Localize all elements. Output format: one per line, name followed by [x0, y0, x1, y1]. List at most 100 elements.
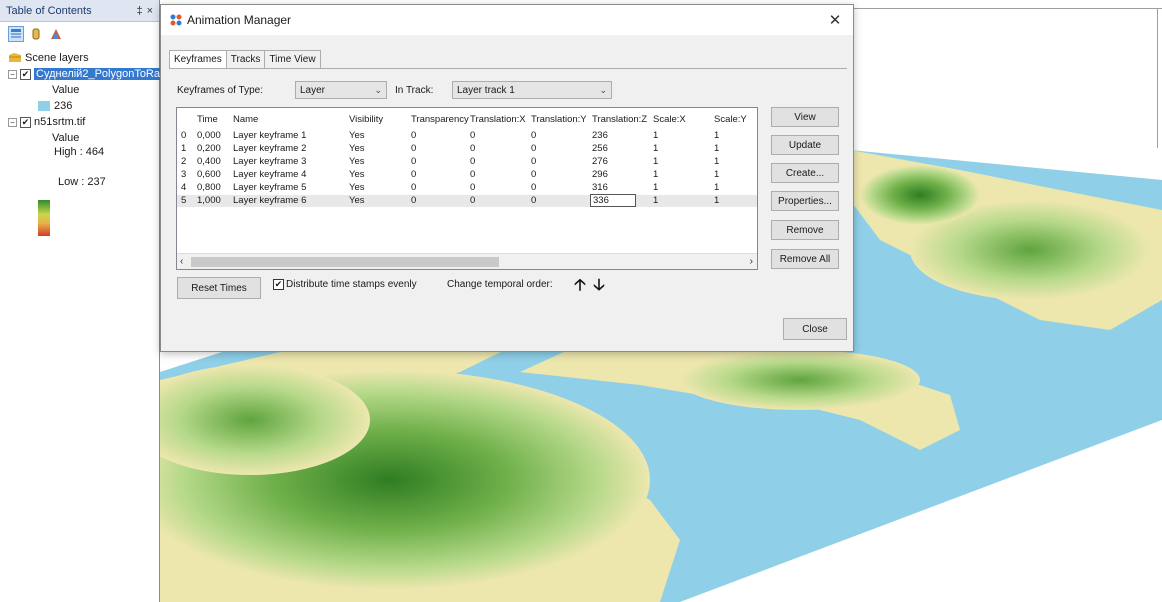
- layer-visibility-checkbox[interactable]: ✔: [20, 116, 31, 128]
- cell-name[interactable]: Layer keyframe 6: [233, 195, 306, 206]
- layer-srtm[interactable]: − ✔ n51srtm.tif: [8, 116, 85, 128]
- cell-translation-y[interactable]: 0: [531, 182, 536, 193]
- cell-translation-z[interactable]: 256: [592, 143, 608, 154]
- cell-translation-x[interactable]: 0: [470, 195, 475, 206]
- table-row[interactable]: 1 0,200 Layer keyframe 2 Yes 0 0 0 256 1…: [177, 143, 757, 155]
- cell-scale-y[interactable]: 1: [714, 195, 719, 206]
- cell-time[interactable]: 0,800: [197, 182, 221, 193]
- layer-name[interactable]: n51srtm.tif: [34, 116, 85, 128]
- cell-visibility[interactable]: Yes: [349, 182, 365, 193]
- table-row[interactable]: 3 0,600 Layer keyframe 4 Yes 0 0 0 296 1…: [177, 169, 757, 181]
- list-by-source-icon[interactable]: [28, 26, 44, 42]
- column-header[interactable]: Scale:Y: [714, 114, 747, 125]
- layer-visibility-checkbox[interactable]: ✔: [20, 68, 31, 80]
- cell-visibility[interactable]: Yes: [349, 143, 365, 154]
- column-header[interactable]: Name: [233, 114, 258, 125]
- close-icon[interactable]: ×: [147, 5, 153, 17]
- cell-translation-z[interactable]: 276: [592, 156, 608, 167]
- column-header[interactable]: Scale:X: [653, 114, 686, 125]
- collapse-icon[interactable]: −: [8, 117, 17, 127]
- cell-scale-y[interactable]: 1: [714, 169, 719, 180]
- column-header[interactable]: Visibility: [349, 114, 383, 125]
- reset-times-button[interactable]: Reset Times: [177, 277, 261, 299]
- scroll-right-icon[interactable]: ›: [750, 256, 753, 267]
- cell-translation-x[interactable]: 0: [470, 130, 475, 141]
- tab-tracks[interactable]: Tracks: [225, 50, 266, 68]
- scrollbar-thumb[interactable]: [191, 257, 499, 267]
- layer-polygon-to-raster[interactable]: − ✔ Суднелій2_PolygonToRaster: [8, 68, 181, 80]
- move-down-icon[interactable]: 🡣: [591, 277, 607, 296]
- cell-visibility[interactable]: Yes: [349, 195, 365, 206]
- cell-time[interactable]: 1,000: [197, 195, 221, 206]
- move-up-icon[interactable]: 🡡: [572, 277, 588, 296]
- cell-scale-x[interactable]: 1: [653, 156, 658, 167]
- list-by-visibility-icon[interactable]: [48, 26, 64, 42]
- close-button[interactable]: Close: [783, 318, 847, 340]
- table-row[interactable]: 2 0,400 Layer keyframe 3 Yes 0 0 0 276 1…: [177, 156, 757, 168]
- scene-layers-node[interactable]: Scene layers: [8, 52, 89, 64]
- keyframe-type-select[interactable]: Layer ⌄: [295, 81, 387, 99]
- track-select[interactable]: Layer track 1 ⌄: [452, 81, 612, 99]
- column-header[interactable]: Translation:X: [470, 114, 526, 125]
- remove-all-button[interactable]: Remove All: [771, 249, 839, 269]
- close-icon[interactable]: ✕: [825, 11, 845, 29]
- cell-translation-x[interactable]: 0: [470, 169, 475, 180]
- tab-keyframes[interactable]: Keyframes: [169, 50, 227, 68]
- cell-scale-y[interactable]: 1: [714, 143, 719, 154]
- keyframes-table[interactable]: Time Name Visibility Transparency Transl…: [176, 107, 758, 270]
- cell-time[interactable]: 0,200: [197, 143, 221, 154]
- cell-time[interactable]: 0,400: [197, 156, 221, 167]
- cell-name[interactable]: Layer keyframe 4: [233, 169, 306, 180]
- cell-name[interactable]: Layer keyframe 2: [233, 143, 306, 154]
- remove-button[interactable]: Remove: [771, 220, 839, 240]
- cell-scale-x[interactable]: 1: [653, 169, 658, 180]
- cell-name[interactable]: Layer keyframe 3: [233, 156, 306, 167]
- cell-translation-z[interactable]: 316: [592, 182, 608, 193]
- cell-time[interactable]: 0,000: [197, 130, 221, 141]
- pin-icon[interactable]: ‡: [136, 5, 142, 17]
- cell-scale-x[interactable]: 1: [653, 182, 658, 193]
- cell-translation-x[interactable]: 0: [470, 143, 475, 154]
- cell-translation-y[interactable]: 0: [531, 143, 536, 154]
- table-row[interactable]: 4 0,800 Layer keyframe 5 Yes 0 0 0 316 1…: [177, 182, 757, 194]
- cell-transparency[interactable]: 0: [411, 143, 416, 154]
- distribute-evenly-checkbox[interactable]: ✔: [273, 279, 284, 290]
- column-header[interactable]: Translation:Z: [592, 114, 647, 125]
- cell-translation-x[interactable]: 0: [470, 156, 475, 167]
- column-header[interactable]: Time: [197, 114, 218, 125]
- cell-scale-y[interactable]: 1: [714, 156, 719, 167]
- cell-transparency[interactable]: 0: [411, 195, 416, 206]
- cell-translation-z[interactable]: 296: [592, 169, 608, 180]
- tab-time-view[interactable]: Time View: [264, 50, 321, 68]
- cell-visibility[interactable]: Yes: [349, 130, 365, 141]
- table-row[interactable]: 0 0,000 Layer keyframe 1 Yes 0 0 0 236 1…: [177, 130, 757, 142]
- cell-time[interactable]: 0,600: [197, 169, 221, 180]
- list-by-drawing-order-icon[interactable]: [8, 26, 24, 42]
- properties-button[interactable]: Properties...: [771, 191, 839, 211]
- cell-translation-z-editor[interactable]: 336: [590, 194, 636, 207]
- cell-scale-y[interactable]: 1: [714, 182, 719, 193]
- collapse-icon[interactable]: −: [8, 69, 17, 79]
- column-header[interactable]: Transparency: [411, 114, 469, 125]
- cell-translation-z[interactable]: 236: [592, 130, 608, 141]
- cell-transparency[interactable]: 0: [411, 156, 416, 167]
- column-header[interactable]: Translation:Y: [531, 114, 587, 125]
- cell-name[interactable]: Layer keyframe 5: [233, 182, 306, 193]
- cell-transparency[interactable]: 0: [411, 169, 416, 180]
- cell-scale-x[interactable]: 1: [653, 130, 658, 141]
- cell-name[interactable]: Layer keyframe 1: [233, 130, 306, 141]
- cell-visibility[interactable]: Yes: [349, 156, 365, 167]
- horizontal-scrollbar[interactable]: ‹ ›: [177, 253, 757, 269]
- cell-translation-y[interactable]: 0: [531, 195, 536, 206]
- cell-translation-y[interactable]: 0: [531, 169, 536, 180]
- cell-translation-y[interactable]: 0: [531, 130, 536, 141]
- create-button[interactable]: Create...: [771, 163, 839, 183]
- cell-scale-x[interactable]: 1: [653, 195, 658, 206]
- cell-scale-x[interactable]: 1: [653, 143, 658, 154]
- layer-name[interactable]: Суднелій2_PolygonToRaster: [34, 68, 181, 80]
- cell-transparency[interactable]: 0: [411, 182, 416, 193]
- cell-scale-y[interactable]: 1: [714, 130, 719, 141]
- update-button[interactable]: Update: [771, 135, 839, 155]
- scroll-left-icon[interactable]: ‹: [180, 256, 183, 267]
- cell-visibility[interactable]: Yes: [349, 169, 365, 180]
